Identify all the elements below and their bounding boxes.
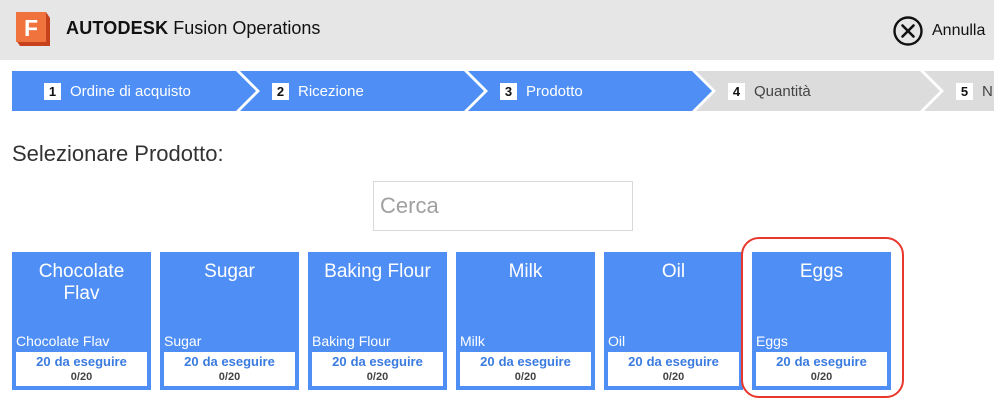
product-tile-chocolate-flav[interactable]: Chocolate Flav Chocolate Flav 20 da esegu… bbox=[12, 252, 151, 390]
product-title: Baking Flour bbox=[324, 261, 431, 282]
todo-line: 20 da eseguire bbox=[312, 352, 443, 370]
progress-fraction: 0/20 bbox=[810, 371, 833, 383]
todo-label: da eseguire bbox=[794, 354, 867, 369]
todo-count: 20 bbox=[36, 354, 51, 369]
product-subtitle: Baking Flour bbox=[312, 333, 391, 349]
product-title: Sugar bbox=[204, 261, 255, 282]
todo-line: 20 da eseguire bbox=[16, 352, 147, 370]
wizard-steps: 1 Ordine di acquisto 2 Ricezione 3 Prodo… bbox=[0, 71, 994, 111]
step-5-label: N bbox=[982, 82, 993, 100]
step-2-label: Ricezione bbox=[298, 82, 364, 100]
product-title: Chocolate Flav bbox=[38, 261, 125, 304]
todo-line: 20 da eseguire bbox=[756, 352, 887, 370]
close-circle-icon bbox=[893, 16, 923, 46]
product-status: 20 da eseguire 0/20 bbox=[16, 352, 147, 386]
todo-label: da eseguire bbox=[350, 354, 423, 369]
progress-fraction: 0/20 bbox=[662, 371, 685, 383]
logo-letter: F bbox=[24, 15, 38, 41]
page-title: Selezionare Prodotto: bbox=[12, 141, 224, 166]
product-title: Milk bbox=[508, 261, 543, 282]
step-1[interactable]: 1 Ordine di acquisto bbox=[44, 71, 191, 111]
step-4: 4 Quantità bbox=[728, 71, 811, 111]
progress-fraction: 0/20 bbox=[70, 371, 93, 383]
progress-fraction: 0/20 bbox=[366, 371, 389, 383]
product-subtitle: Milk bbox=[460, 333, 485, 349]
todo-line: 20 da eseguire bbox=[608, 352, 739, 370]
step-4-number: 4 bbox=[728, 82, 745, 100]
product-tile-milk[interactable]: Milk Milk 20 da eseguire 0/20 bbox=[456, 252, 595, 390]
product-tile-sugar[interactable]: Sugar Sugar 20 da eseguire 0/20 bbox=[160, 252, 299, 390]
product-tile-oil[interactable]: Oil Oil 20 da eseguire 0/20 bbox=[604, 252, 743, 390]
product-status: 20 da eseguire 0/20 bbox=[164, 352, 295, 386]
todo-count: 20 bbox=[628, 354, 643, 369]
step-3-label: Prodotto bbox=[526, 82, 583, 100]
step-2[interactable]: 2 Ricezione bbox=[272, 71, 364, 111]
product-tile-eggs[interactable]: Eggs Eggs 20 da eseguire 0/20 bbox=[752, 252, 891, 390]
todo-count: 20 bbox=[480, 354, 495, 369]
progress-fraction: 0/20 bbox=[218, 371, 241, 383]
cancel-button[interactable]: Annulla bbox=[892, 15, 994, 47]
product-status: 20 da eseguire 0/20 bbox=[608, 352, 739, 386]
cancel-label: Annulla bbox=[932, 22, 986, 39]
product-title: Eggs bbox=[799, 261, 844, 282]
step-3-number: 3 bbox=[500, 82, 517, 100]
product-title: Oil bbox=[661, 261, 686, 282]
fusion-logo-icon: F bbox=[13, 9, 53, 49]
todo-count: 20 bbox=[332, 354, 347, 369]
step-3[interactable]: 3 Prodotto bbox=[500, 71, 583, 111]
step-1-label: Ordine di acquisto bbox=[70, 82, 191, 100]
product-subtitle: Eggs bbox=[756, 333, 788, 349]
todo-label: da eseguire bbox=[202, 354, 275, 369]
todo-label: da eseguire bbox=[54, 354, 127, 369]
todo-label: da eseguire bbox=[646, 354, 719, 369]
app-title: AUTODESK Fusion Operations bbox=[66, 18, 320, 39]
search-input[interactable] bbox=[373, 181, 633, 231]
product-status: 20 da eseguire 0/20 bbox=[312, 352, 443, 386]
product-status: 20 da eseguire 0/20 bbox=[756, 352, 887, 386]
todo-line: 20 da eseguire bbox=[460, 352, 591, 370]
todo-count: 20 bbox=[184, 354, 199, 369]
brand-product: Fusion Operations bbox=[173, 18, 321, 38]
todo-label: da eseguire bbox=[498, 354, 571, 369]
step-4-label: Quantità bbox=[754, 82, 811, 100]
todo-line: 20 da eseguire bbox=[164, 352, 295, 370]
todo-count: 20 bbox=[776, 354, 791, 369]
step-5: 5 N bbox=[956, 71, 993, 111]
product-status: 20 da eseguire 0/20 bbox=[460, 352, 591, 386]
step-2-number: 2 bbox=[272, 82, 289, 100]
product-subtitle: Oil bbox=[608, 333, 626, 349]
brand-autodesk: AUTODESK bbox=[66, 18, 169, 38]
progress-fraction: 0/20 bbox=[514, 371, 537, 383]
product-subtitle: Chocolate Flav bbox=[16, 333, 110, 349]
step-1-number: 1 bbox=[44, 82, 61, 100]
app-header: F AUTODESK Fusion Operations Annulla bbox=[0, 0, 994, 60]
product-subtitle: Sugar bbox=[164, 333, 202, 349]
step-5-number: 5 bbox=[956, 82, 973, 100]
product-tile-baking-flour[interactable]: Baking Flour Baking Flour 20 da eseguire … bbox=[308, 252, 447, 390]
